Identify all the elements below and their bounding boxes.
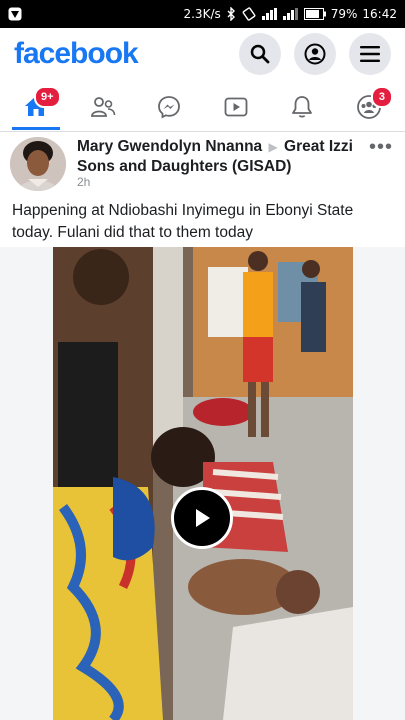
post-text: Happening at Ndiobashi Inyimegu in Ebony… [12, 202, 354, 241]
messenger-icon [158, 96, 181, 119]
app-notification-icon [8, 7, 22, 21]
tab-home[interactable]: 9+ [12, 84, 61, 130]
search-icon [250, 44, 270, 64]
play-button[interactable] [171, 487, 233, 549]
tab-groups[interactable]: 3 [345, 84, 393, 130]
bell-icon [292, 96, 313, 118]
search-button[interactable] [239, 33, 281, 75]
menu-button[interactable] [349, 33, 391, 75]
menu-icon [360, 46, 380, 62]
clock: 16:42 [362, 7, 397, 21]
tab-messenger[interactable] [145, 84, 193, 130]
friends-icon [90, 97, 115, 117]
signal-icon-2 [282, 8, 298, 20]
profile-icon [304, 43, 326, 65]
tab-friends[interactable] [79, 84, 127, 130]
status-bar: 2.3K/s 79% 16:42 [0, 0, 405, 28]
bluetooth-icon [227, 7, 235, 21]
post-author-line: Mary Gwendolyn Nnanna ▶ Great Izzi Sons … [77, 137, 367, 177]
tab-watch[interactable] [212, 84, 260, 130]
battery-icon [303, 8, 326, 20]
avatar[interactable] [10, 137, 66, 191]
facebook-logo[interactable]: facebook [14, 37, 139, 71]
nav-tabs: 9+ 3 [0, 84, 405, 132]
profile-button[interactable] [294, 33, 336, 75]
battery-level: 79% [330, 7, 358, 21]
post-timestamp[interactable]: 2h [77, 175, 90, 189]
signal-icon [261, 8, 277, 20]
post-media [0, 247, 405, 720]
video-thumbnail [53, 247, 353, 720]
tab-notifications[interactable] [278, 84, 326, 130]
network-speed: 2.3K/s [183, 7, 221, 21]
app-header: facebook [0, 28, 405, 80]
video-icon [224, 97, 248, 117]
home-badge: 9+ [34, 86, 61, 108]
vibrate-icon [242, 7, 256, 21]
video-player[interactable] [53, 247, 353, 720]
more-options-icon[interactable]: ••• [369, 137, 393, 157]
arrow-right-icon: ▶ [268, 140, 278, 154]
author-name[interactable]: Mary Gwendolyn Nnanna [77, 138, 262, 155]
groups-badge: 3 [370, 86, 393, 108]
play-icon [196, 509, 210, 527]
post-header: Mary Gwendolyn Nnanna ▶ Great Izzi Sons … [0, 137, 405, 197]
